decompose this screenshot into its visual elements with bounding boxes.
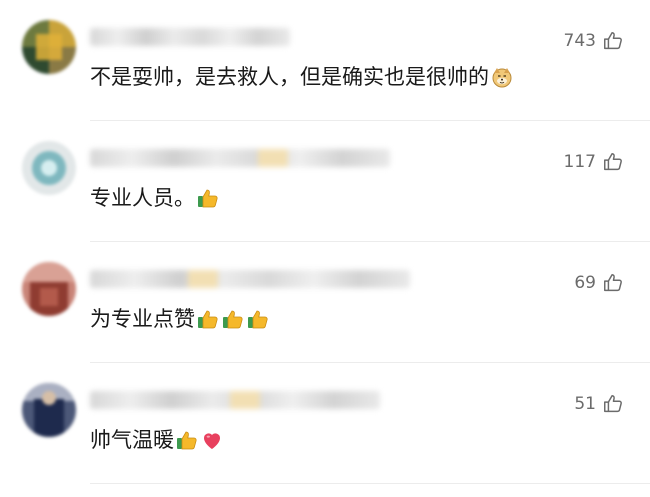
comment-list: 743 不是耍帅，是去救人，但是确实也是很帅的 117 专业人员。 69 为专业…: [0, 0, 650, 497]
comment-item[interactable]: 69 为专业点赞: [0, 242, 650, 363]
like-button[interactable]: 51: [574, 393, 624, 415]
username-blurred[interactable]: [90, 270, 410, 288]
doge-face-icon: [490, 65, 514, 89]
username-blurred[interactable]: [90, 28, 290, 46]
like-count: 69: [574, 273, 596, 293]
username-blurred[interactable]: [90, 391, 380, 409]
like-thumb-icon[interactable]: [602, 30, 624, 52]
comment-text-line: 为专业点赞: [90, 304, 270, 334]
like-thumb-icon[interactable]: [602, 151, 624, 173]
divider: [90, 483, 650, 484]
thumbs-up-icon: [221, 307, 245, 331]
like-thumb-icon[interactable]: [602, 272, 624, 294]
like-count: 743: [563, 31, 596, 51]
thumbs-up-icon: [196, 186, 220, 210]
comment-item[interactable]: 117 专业人员。: [0, 121, 650, 242]
thumbs-up-icon: [196, 307, 220, 331]
thumbs-up-icon: [175, 428, 199, 452]
like-count: 117: [563, 152, 596, 172]
comment-text: 为专业点赞: [90, 307, 195, 331]
username-blurred[interactable]: [90, 149, 390, 167]
comment-item[interactable]: 51 帅气温暖: [0, 363, 650, 484]
comment-text: 专业人员。: [90, 186, 195, 210]
avatar[interactable]: [22, 383, 76, 437]
comment-text: 不是耍帅，是去救人，但是确实也是很帅的: [90, 65, 489, 89]
like-count: 51: [574, 394, 596, 414]
like-button[interactable]: 69: [574, 272, 624, 294]
comment-text: 帅气温暖: [90, 428, 174, 452]
comment-item[interactable]: 743 不是耍帅，是去救人，但是确实也是很帅的: [0, 0, 650, 121]
heart-icon: [200, 428, 224, 452]
avatar[interactable]: [22, 262, 76, 316]
comment-text-line: 不是耍帅，是去救人，但是确实也是很帅的: [90, 62, 514, 92]
thumbs-up-icon: [246, 307, 270, 331]
like-button[interactable]: 117: [564, 151, 624, 173]
comment-text-line: 帅气温暖: [90, 425, 224, 455]
comment-text-line: 专业人员。: [90, 183, 220, 213]
avatar[interactable]: [22, 20, 76, 74]
avatar[interactable]: [22, 141, 76, 195]
like-button[interactable]: 743: [564, 30, 624, 52]
like-thumb-icon[interactable]: [602, 393, 624, 415]
